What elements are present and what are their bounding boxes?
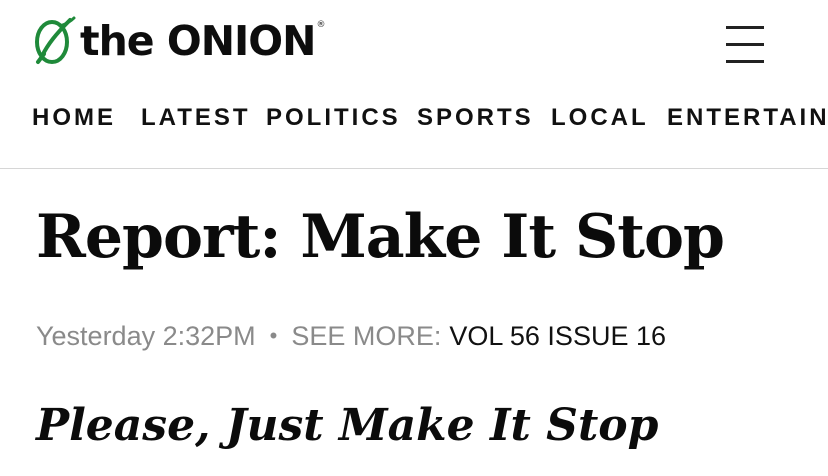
nav-item-latest[interactable]: LATEST	[141, 104, 251, 132]
see-more-label: SEE MORE:	[291, 321, 442, 351]
onion-leaf-icon	[35, 16, 76, 64]
main-nav: HOME LATEST POLITICS SPORTS LOCAL ENTERT…	[0, 96, 828, 140]
logo-wordmark: the ONION	[80, 16, 316, 65]
article-subheadline: Please, Just Make It Stop	[36, 400, 659, 451]
issue-link[interactable]: VOL 56 ISSUE 16	[449, 321, 666, 351]
article-meta: Yesterday 2:32PM • SEE MORE: VOL 56 ISSUE 1…	[36, 320, 666, 352]
nav-divider	[0, 168, 828, 169]
nav-item-sports[interactable]: SPORTS	[417, 104, 534, 132]
article-timestamp: Yesterday 2:32PM	[36, 321, 256, 351]
registered-mark: ®	[316, 20, 326, 30]
nav-item-entertainment[interactable]: ENTERTAINM	[667, 104, 828, 132]
nav-item-politics[interactable]: POLITICS	[266, 104, 401, 132]
article-headline: Report: Make It Stop	[36, 202, 725, 272]
meta-separator: •	[269, 323, 278, 348]
nav-item-local[interactable]: LOCAL	[551, 104, 649, 132]
site-header: the ONION ®	[0, 0, 828, 86]
onion-logo[interactable]: the ONION ®	[30, 14, 325, 68]
hamburger-menu-icon[interactable]	[720, 24, 768, 66]
nav-item-home[interactable]: HOME	[32, 104, 116, 132]
